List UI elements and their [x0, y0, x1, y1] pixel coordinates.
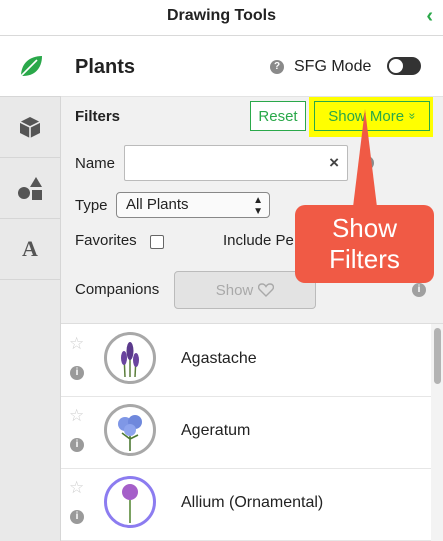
- companions-show-label: Show: [215, 281, 254, 299]
- title-bar: Drawing Tools ‹: [0, 0, 443, 36]
- plant-thumbnail: [104, 476, 156, 528]
- callout-pointer: [353, 109, 377, 207]
- favorites-label: Favorites: [75, 232, 137, 249]
- panel-header: Plants ? SFG Mode: [61, 36, 443, 97]
- favorite-star-icon[interactable]: ☆: [69, 334, 84, 354]
- list-item[interactable]: ☆ i Agastache: [61, 324, 431, 397]
- tool-sidebar: A: [0, 36, 61, 541]
- name-label: Name: [75, 155, 116, 172]
- favorite-star-icon[interactable]: ☆: [69, 478, 84, 498]
- app-title: Drawing Tools: [166, 7, 277, 24]
- sfg-mode-label: SFG Mode: [294, 58, 372, 75]
- filters-title: Filters: [75, 108, 121, 125]
- leaf-icon: [19, 56, 42, 77]
- info-icon[interactable]: i: [70, 510, 84, 524]
- type-label: Type: [75, 197, 108, 214]
- type-select-value: All Plants: [126, 196, 189, 213]
- sfg-mode-group: ? SFG Mode: [270, 58, 371, 76]
- info-icon[interactable]: i: [70, 438, 84, 452]
- sfg-mode-toggle[interactable]: [387, 57, 421, 75]
- toggle-knob: [389, 59, 403, 73]
- plant-list: ☆ i Agastache ☆ i Ageratum ☆ i Allium (O…: [61, 324, 431, 541]
- name-search-input[interactable]: ×: [124, 145, 348, 181]
- favorites-checkbox[interactable]: [150, 235, 164, 249]
- plants-panel: Plants ? SFG Mode Filters Reset Show Mor…: [61, 36, 443, 541]
- callout-line-1: Show: [331, 213, 398, 243]
- shapes-icon: [18, 177, 42, 200]
- info-icon[interactable]: i: [70, 366, 84, 380]
- plant-list-scrollbar[interactable]: [431, 324, 443, 541]
- select-arrows-icon: ▲ ▼: [253, 195, 263, 217]
- favorite-star-icon[interactable]: ☆: [69, 406, 84, 426]
- show-filters-callout: Show Filters: [295, 205, 434, 283]
- allium-icon: [122, 484, 138, 523]
- ageratum-icon: [118, 415, 142, 451]
- text-icon: A: [22, 236, 38, 261]
- plant-thumbnail: [104, 404, 156, 456]
- sidebar-item-plants[interactable]: [0, 36, 61, 97]
- agastache-icon: [121, 342, 139, 378]
- reset-button[interactable]: Reset: [250, 101, 306, 131]
- plant-name: Ageratum: [181, 422, 251, 439]
- include-label: Include Pe: [223, 232, 294, 249]
- clear-icon[interactable]: ×: [329, 153, 339, 173]
- sidebar-item-text[interactable]: A: [0, 219, 60, 280]
- sidebar-item-shapes[interactable]: [0, 158, 60, 219]
- cube-icon: [19, 117, 41, 138]
- companions-info-icon[interactable]: i: [412, 283, 426, 297]
- heart-icon: [258, 283, 275, 297]
- type-select[interactable]: All Plants ▲ ▼: [116, 192, 270, 218]
- callout-line-2: Filters: [329, 244, 400, 274]
- page-title: Plants: [75, 56, 136, 78]
- companions-label: Companions: [75, 281, 160, 298]
- list-item[interactable]: ☆ i Ageratum: [61, 396, 431, 469]
- sidebar-item-objects[interactable]: [0, 97, 60, 158]
- plant-thumbnail: [104, 332, 156, 384]
- plant-name: Allium (Ornamental): [181, 494, 324, 511]
- double-chevron-down-icon: »: [405, 112, 420, 120]
- list-item[interactable]: ☆ i Allium (Ornamental): [61, 468, 431, 541]
- companions-show-button[interactable]: Show: [174, 271, 316, 309]
- plant-name: Agastache: [181, 350, 257, 367]
- collapse-chevron-icon[interactable]: ‹: [426, 5, 433, 28]
- help-icon[interactable]: ?: [270, 60, 284, 74]
- scrollbar-thumb[interactable]: [434, 328, 441, 384]
